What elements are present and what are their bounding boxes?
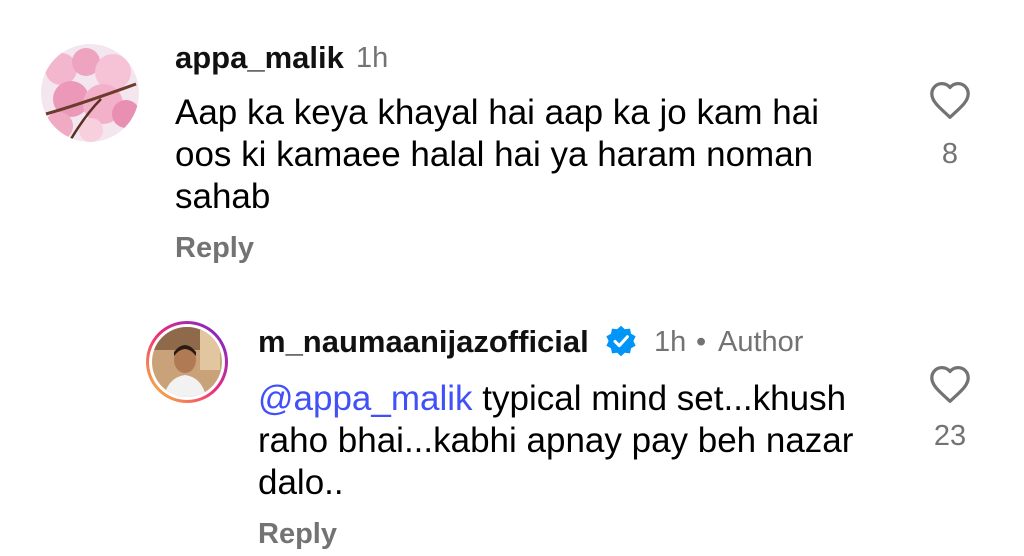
meta-separator: • — [696, 326, 707, 358]
comment-timestamp: 1h — [654, 326, 687, 358]
comment-timestamp: 1h — [356, 42, 389, 74]
mention-link[interactable]: @appa_malik — [258, 379, 473, 418]
comment-username[interactable]: appa_malik — [175, 40, 344, 76]
heart-outline-icon — [930, 82, 970, 119]
like-count: 23 — [933, 420, 967, 452]
comment-text: Aap ka keya khayal hai aap ka jo kam hai… — [175, 93, 819, 216]
author-label: Author — [718, 326, 804, 358]
avatar-m-naumaanijazofficial[interactable] — [145, 320, 229, 404]
like-count: 8 — [941, 138, 959, 170]
like-button[interactable] — [928, 80, 972, 125]
verified-badge-icon — [604, 324, 638, 363]
reply-button[interactable]: Reply — [175, 232, 254, 265]
comment-text-block: @appa_malik typical mind set...khush rah… — [258, 378, 878, 504]
heart-outline-icon — [930, 366, 970, 403]
cherry-blossom-avatar-image — [41, 44, 139, 142]
avatar-appa-malik[interactable] — [41, 44, 139, 142]
comment-username[interactable]: m_naumaanijazofficial — [258, 324, 589, 360]
story-ring-avatar-image — [146, 321, 228, 403]
reply-button[interactable]: Reply — [258, 518, 337, 551]
like-button[interactable] — [928, 364, 972, 409]
